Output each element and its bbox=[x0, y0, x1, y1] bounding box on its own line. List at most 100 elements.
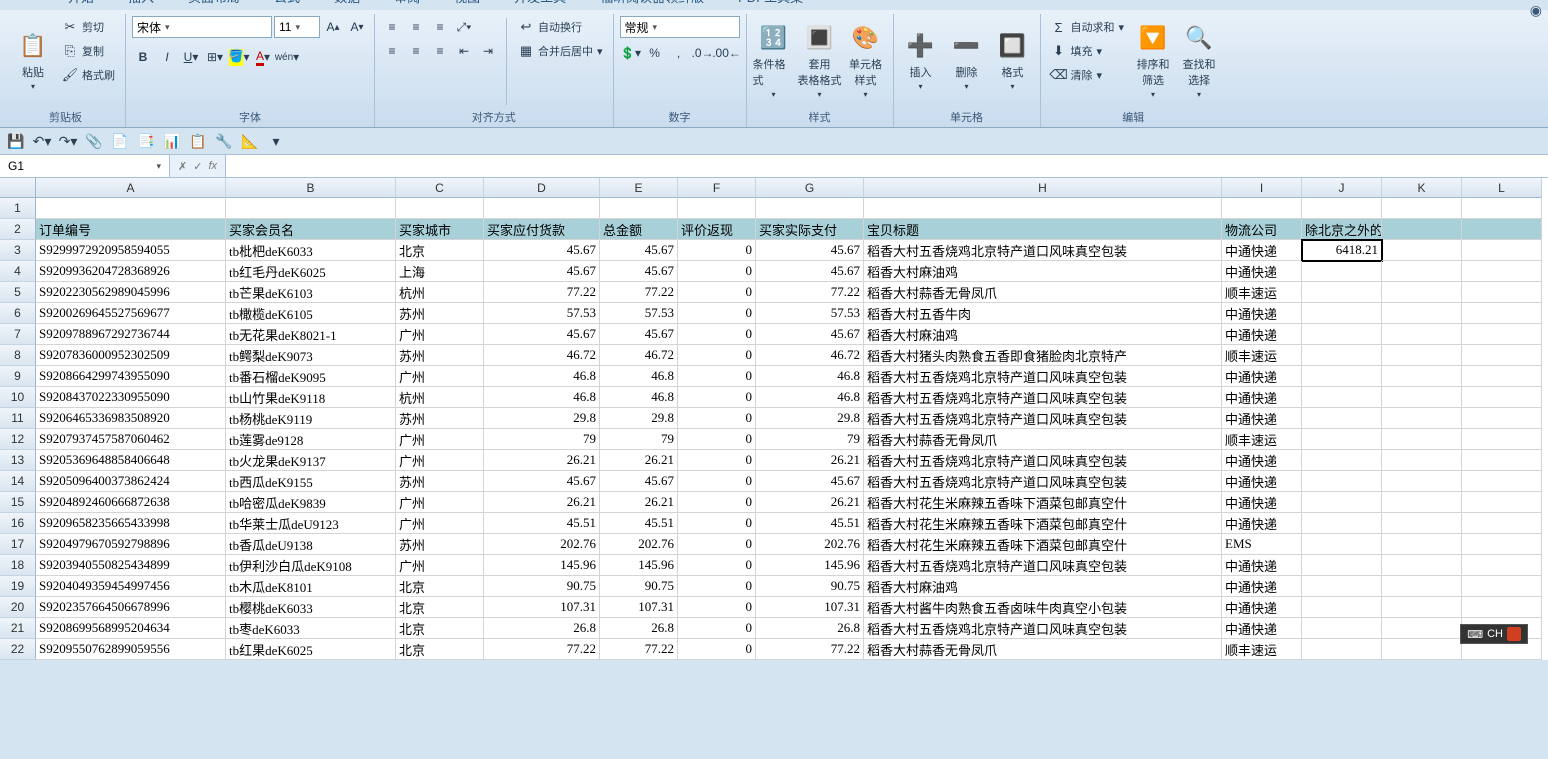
cell[interactable]: 46.72 bbox=[600, 345, 678, 366]
align-right-button[interactable]: ≡ bbox=[429, 40, 451, 62]
row-header[interactable]: 4 bbox=[0, 261, 36, 282]
phonetic-button[interactable]: wén▾ bbox=[276, 46, 298, 68]
cell[interactable]: 45.51 bbox=[484, 513, 600, 534]
col-header-F[interactable]: F bbox=[678, 178, 756, 198]
cell[interactable]: 107.31 bbox=[484, 597, 600, 618]
cell[interactable]: 稻香大村五香牛肉 bbox=[864, 303, 1222, 324]
cell[interactable]: 202.76 bbox=[484, 534, 600, 555]
cell[interactable]: 苏州 bbox=[396, 345, 484, 366]
cell[interactable] bbox=[1382, 240, 1462, 261]
col-header-L[interactable]: L bbox=[1462, 178, 1542, 198]
col-header-B[interactable]: B bbox=[226, 178, 396, 198]
cell[interactable]: 90.75 bbox=[756, 576, 864, 597]
redo-button[interactable]: ↷▾ bbox=[58, 131, 78, 151]
cell[interactable] bbox=[1302, 492, 1382, 513]
cell[interactable] bbox=[1462, 555, 1542, 576]
cell[interactable]: 46.8 bbox=[600, 366, 678, 387]
cell[interactable]: 45.51 bbox=[600, 513, 678, 534]
row-header[interactable]: 18 bbox=[0, 555, 36, 576]
cell[interactable]: 45.67 bbox=[484, 324, 600, 345]
name-box[interactable]: G1▾ bbox=[0, 155, 170, 177]
cell[interactable]: 46.8 bbox=[756, 387, 864, 408]
cell[interactable] bbox=[1382, 261, 1462, 282]
cell[interactable]: 买家应付货款 bbox=[484, 219, 600, 240]
cell[interactable] bbox=[1302, 597, 1382, 618]
cell[interactable] bbox=[1462, 597, 1542, 618]
cell[interactable] bbox=[1302, 366, 1382, 387]
cell[interactable]: 宝贝标题 bbox=[864, 219, 1222, 240]
cell[interactable]: 46.8 bbox=[484, 366, 600, 387]
cell[interactable]: 广州 bbox=[396, 324, 484, 345]
cell[interactable]: tb火龙果deK9137 bbox=[226, 450, 396, 471]
cell[interactable]: 107.31 bbox=[756, 597, 864, 618]
cell[interactable]: 稻香大村麻油鸡 bbox=[864, 576, 1222, 597]
tab-数据[interactable]: 数据 bbox=[326, 0, 368, 10]
col-header-K[interactable]: K bbox=[1382, 178, 1462, 198]
cell[interactable]: 77.22 bbox=[484, 639, 600, 660]
cell[interactable] bbox=[1302, 303, 1382, 324]
cond-format-button[interactable]: 🔢条件格式▾ bbox=[753, 16, 795, 104]
sort-filter-button[interactable]: 🔽排序和 筛选▾ bbox=[1132, 16, 1174, 104]
percent-button[interactable]: % bbox=[644, 42, 666, 64]
cell[interactable] bbox=[1382, 324, 1462, 345]
cell[interactable]: 广州 bbox=[396, 450, 484, 471]
save-button[interactable]: 💾 bbox=[6, 131, 26, 151]
cell[interactable]: 45.67 bbox=[756, 471, 864, 492]
find-select-button[interactable]: 🔍查找和 选择▾ bbox=[1178, 16, 1220, 104]
cell[interactable]: 苏州 bbox=[396, 408, 484, 429]
paste-button[interactable]: 📋 粘贴 ▾ bbox=[12, 16, 54, 104]
col-header-G[interactable]: G bbox=[756, 178, 864, 198]
cell[interactable]: 45.67 bbox=[600, 324, 678, 345]
cell[interactable] bbox=[1302, 282, 1382, 303]
cell[interactable] bbox=[396, 198, 484, 219]
cell[interactable]: tb香瓜deU9138 bbox=[226, 534, 396, 555]
cell[interactable]: 顺丰速运 bbox=[1222, 429, 1302, 450]
tab-视图[interactable]: 视图 bbox=[446, 0, 488, 10]
cell[interactable] bbox=[1382, 576, 1462, 597]
number-format-combo[interactable]: 常规▾ bbox=[620, 16, 740, 38]
font-size-combo[interactable]: 11▾ bbox=[274, 16, 320, 38]
cell[interactable]: 杭州 bbox=[396, 387, 484, 408]
cell[interactable]: 稻香大村五香烧鸡北京特产道口风味真空包装 bbox=[864, 387, 1222, 408]
cell[interactable]: 北京 bbox=[396, 618, 484, 639]
cell[interactable]: 中通快递 bbox=[1222, 597, 1302, 618]
currency-button[interactable]: 💲▾ bbox=[620, 42, 642, 64]
cell[interactable] bbox=[1462, 429, 1542, 450]
cell[interactable]: 77.22 bbox=[756, 282, 864, 303]
align-top-button[interactable]: ≡ bbox=[381, 16, 403, 38]
cell[interactable]: 北京 bbox=[396, 576, 484, 597]
qat-icon[interactable]: 📋 bbox=[188, 131, 208, 151]
cell[interactable]: S9209550762899059556 bbox=[36, 639, 226, 660]
font-color-button[interactable]: A▾ bbox=[252, 46, 274, 68]
cell[interactable]: 57.53 bbox=[484, 303, 600, 324]
row-header[interactable]: 11 bbox=[0, 408, 36, 429]
cell[interactable]: 稻香大村五香烧鸡北京特产道口风味真空包装 bbox=[864, 471, 1222, 492]
qat-icon[interactable]: 📄 bbox=[110, 131, 130, 151]
cell[interactable]: 总金额 bbox=[600, 219, 678, 240]
cell[interactable]: tb芒果deK6103 bbox=[226, 282, 396, 303]
cell[interactable]: 稻香大村麻油鸡 bbox=[864, 261, 1222, 282]
align-center-button[interactable]: ≡ bbox=[405, 40, 427, 62]
bold-button[interactable]: B bbox=[132, 46, 154, 68]
delete-cells-button[interactable]: ➖删除▾ bbox=[946, 16, 988, 104]
cell[interactable] bbox=[1382, 282, 1462, 303]
tab-福昕阅读器领鲜版[interactable]: 福昕阅读器领鲜版 bbox=[592, 0, 712, 10]
cell[interactable]: 0 bbox=[678, 618, 756, 639]
cell[interactable]: 除北京之外的地区销售额 bbox=[1302, 219, 1382, 240]
cell[interactable]: 中通快递 bbox=[1222, 324, 1302, 345]
col-header-D[interactable]: D bbox=[484, 178, 600, 198]
cell[interactable]: 广州 bbox=[396, 513, 484, 534]
cell[interactable]: 北京 bbox=[396, 639, 484, 660]
cell[interactable]: 79 bbox=[756, 429, 864, 450]
cell[interactable]: 145.96 bbox=[600, 555, 678, 576]
comma-button[interactable]: , bbox=[668, 42, 690, 64]
cell[interactable]: 中通快递 bbox=[1222, 240, 1302, 261]
cell[interactable] bbox=[1462, 492, 1542, 513]
cell[interactable]: S9204892460666872638 bbox=[36, 492, 226, 513]
cell[interactable] bbox=[678, 198, 756, 219]
cell[interactable]: tb红毛丹deK6025 bbox=[226, 261, 396, 282]
cell[interactable]: 77.22 bbox=[756, 639, 864, 660]
row-header[interactable]: 13 bbox=[0, 450, 36, 471]
cell[interactable]: S9205369648858406648 bbox=[36, 450, 226, 471]
cell[interactable] bbox=[1382, 534, 1462, 555]
